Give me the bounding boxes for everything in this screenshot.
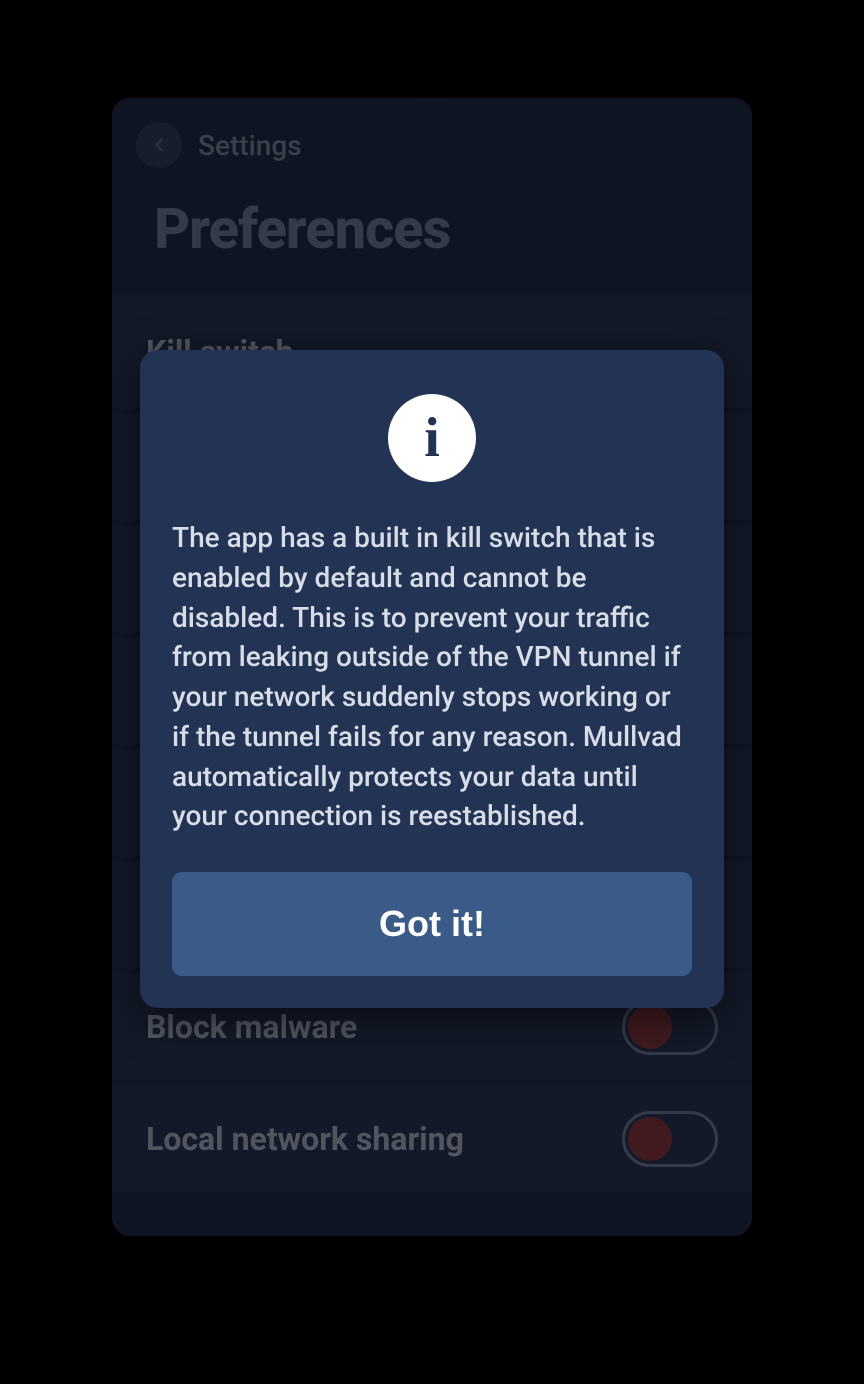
got-it-button[interactable]: Got it! <box>172 872 692 976</box>
info-icon: i <box>388 394 476 482</box>
modal-text: The app has a built in kill switch that … <box>172 518 692 836</box>
info-modal: i The app has a built in kill switch tha… <box>140 350 724 1008</box>
